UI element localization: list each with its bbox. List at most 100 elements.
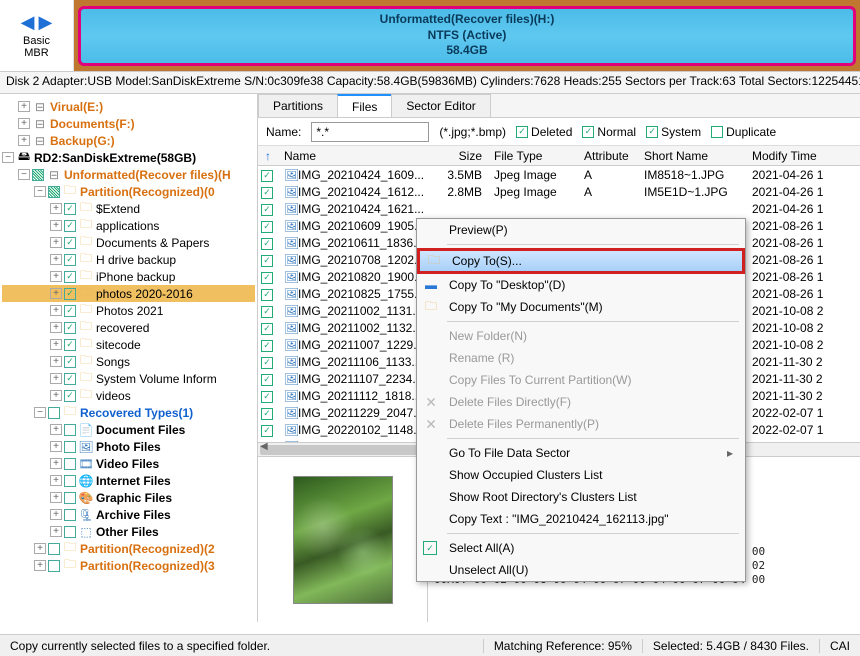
tree-type-1[interactable]: +🖼Photo Files [2, 438, 255, 455]
checkbox-icon[interactable] [64, 203, 76, 215]
tree-drive-g[interactable]: +⊟Backup(G:) [2, 132, 255, 149]
expand-icon[interactable]: + [50, 220, 62, 231]
tree-folder-9[interactable]: +🗀Songs [2, 353, 255, 370]
checkbox-icon[interactable] [64, 305, 76, 317]
checkbox-icon[interactable] [64, 254, 76, 266]
nav-back-icon[interactable]: ◀ [21, 12, 35, 33]
expand-icon[interactable]: + [50, 305, 62, 316]
tree-type-3[interactable]: +🌐Internet Files [2, 472, 255, 489]
checkbox-icon[interactable] [64, 475, 76, 487]
menu-goto-sector[interactable]: Go To File Data Sector▸ [417, 442, 745, 464]
tree-folder-11[interactable]: +🗀videos [2, 387, 255, 404]
tab-sector-editor[interactable]: Sector Editor [391, 94, 490, 117]
expand-icon[interactable]: + [50, 390, 62, 401]
checkbox-icon[interactable] [32, 169, 44, 181]
row-checkbox[interactable] [261, 306, 273, 318]
tree-folder-6[interactable]: +🗀Photos 2021 [2, 302, 255, 319]
expand-icon[interactable]: + [50, 203, 62, 214]
expand-icon[interactable]: − [34, 186, 46, 197]
tree-type-0[interactable]: +📄Document Files [2, 421, 255, 438]
checkbox-icon[interactable] [64, 237, 76, 249]
expand-icon[interactable]: + [18, 135, 30, 146]
menu-select-all[interactable]: Select All(A) [417, 537, 745, 559]
expand-icon[interactable]: + [34, 543, 46, 554]
tree-rd2[interactable]: −🖴RD2:SanDiskExtreme(58GB) [2, 149, 255, 166]
checkbox-icon[interactable] [48, 543, 60, 555]
tree-partition-rec-3[interactable]: +🗀Partition(Recognized)(3 [2, 557, 255, 574]
expand-icon[interactable]: + [18, 101, 30, 112]
row-checkbox[interactable] [261, 408, 273, 420]
checkbox-icon[interactable] [48, 560, 60, 572]
expand-icon[interactable]: + [50, 356, 62, 367]
tree-type-2[interactable]: +🎞Video Files [2, 455, 255, 472]
expand-icon[interactable]: + [50, 322, 62, 333]
tree-type-4[interactable]: +🎨Graphic Files [2, 489, 255, 506]
expand-icon[interactable]: + [50, 424, 62, 435]
row-checkbox[interactable] [261, 357, 273, 369]
table-row[interactable]: 🖼IMG_20210424_1609...3.5MBJpeg ImageAIM8… [258, 166, 860, 183]
row-checkbox[interactable] [261, 238, 273, 250]
expand-icon[interactable]: + [50, 509, 62, 520]
filter-normal[interactable]: Normal [582, 125, 636, 139]
nav-forward-icon[interactable]: ▶ [39, 12, 53, 33]
filter-duplicate[interactable]: Duplicate [711, 125, 776, 139]
menu-unselect-all[interactable]: Unselect All(U) [417, 559, 745, 581]
checkbox-icon[interactable] [64, 356, 76, 368]
name-filter-input[interactable] [311, 122, 429, 142]
checkbox-icon[interactable] [64, 220, 76, 232]
tree-drive-e[interactable]: +⊟Virual(E:) [2, 98, 255, 115]
expand-icon[interactable]: − [2, 152, 14, 163]
tree-unformatted[interactable]: −⊟Unformatted(Recover files)(H [2, 166, 255, 183]
checkbox-icon[interactable] [64, 390, 76, 402]
filter-system[interactable]: System [646, 125, 701, 139]
expand-icon[interactable]: + [50, 526, 62, 537]
menu-copy-desktop[interactable]: ▬Copy To "Desktop"(D) [417, 274, 745, 296]
row-checkbox[interactable] [261, 425, 273, 437]
tree-folder-4[interactable]: +🗀iPhone backup [2, 268, 255, 285]
checkbox-icon[interactable] [64, 441, 76, 453]
menu-show-root[interactable]: Show Root Directory's Clusters List [417, 486, 745, 508]
row-checkbox[interactable] [261, 170, 273, 182]
col-attr[interactable]: Attribute [578, 149, 638, 163]
checkbox-icon[interactable] [64, 492, 76, 504]
tree-drive-f[interactable]: +⊟Documents(F:) [2, 115, 255, 132]
expand-icon[interactable]: − [34, 407, 46, 418]
tree-partition-recognized[interactable]: −🗀Partition(Recognized)(0 [2, 183, 255, 200]
tree-recovered-types[interactable]: −🗀Recovered Types(1) [2, 404, 255, 421]
expand-icon[interactable]: + [50, 339, 62, 350]
menu-copy-text[interactable]: Copy Text : "IMG_20210424_162113.jpg" [417, 508, 745, 530]
expand-icon[interactable]: + [50, 288, 62, 299]
row-checkbox[interactable] [261, 289, 273, 301]
tree-folder-8[interactable]: +🗀sitecode [2, 336, 255, 353]
expand-icon[interactable]: + [50, 475, 62, 486]
checkbox-icon[interactable] [48, 186, 60, 198]
tab-partitions[interactable]: Partitions [258, 94, 338, 117]
expand-icon[interactable]: + [50, 373, 62, 384]
menu-preview[interactable]: Preview(P) [417, 219, 745, 241]
row-checkbox[interactable] [261, 221, 273, 233]
tree-folder-5[interactable]: +🗀photos 2020-2016 [2, 285, 255, 302]
col-name[interactable]: Name [278, 149, 438, 163]
expand-icon[interactable]: + [50, 271, 62, 282]
tree-type-6[interactable]: +⬚Other Files [2, 523, 255, 540]
tree-folder-0[interactable]: +🗀$Extend [2, 200, 255, 217]
tree-folder-2[interactable]: +🗀Documents & Papers [2, 234, 255, 251]
tree-partition-rec-2[interactable]: +🗀Partition(Recognized)(2 [2, 540, 255, 557]
row-checkbox[interactable] [261, 255, 273, 267]
row-checkbox[interactable] [261, 340, 273, 352]
col-type[interactable]: File Type [488, 149, 578, 163]
row-checkbox[interactable] [261, 272, 273, 284]
row-checkbox[interactable] [261, 391, 273, 403]
tree-folder-7[interactable]: +🗀recovered [2, 319, 255, 336]
menu-copy-mydocs[interactable]: 🗀Copy To "My Documents"(M) [417, 296, 745, 318]
expand-icon[interactable]: + [50, 237, 62, 248]
table-row[interactable]: 🖼IMG_20210424_1612...2.8MBJpeg ImageAIM5… [258, 183, 860, 200]
checkbox-icon[interactable] [64, 271, 76, 283]
tree-type-5[interactable]: +🗜Archive Files [2, 506, 255, 523]
tab-files[interactable]: Files [337, 94, 392, 117]
checkbox-icon[interactable] [64, 288, 76, 300]
menu-show-occupied[interactable]: Show Occupied Clusters List [417, 464, 745, 486]
menu-copy-to[interactable]: 🗀Copy To(S)... [417, 248, 745, 274]
row-checkbox[interactable] [261, 374, 273, 386]
expand-icon[interactable]: + [50, 458, 62, 469]
